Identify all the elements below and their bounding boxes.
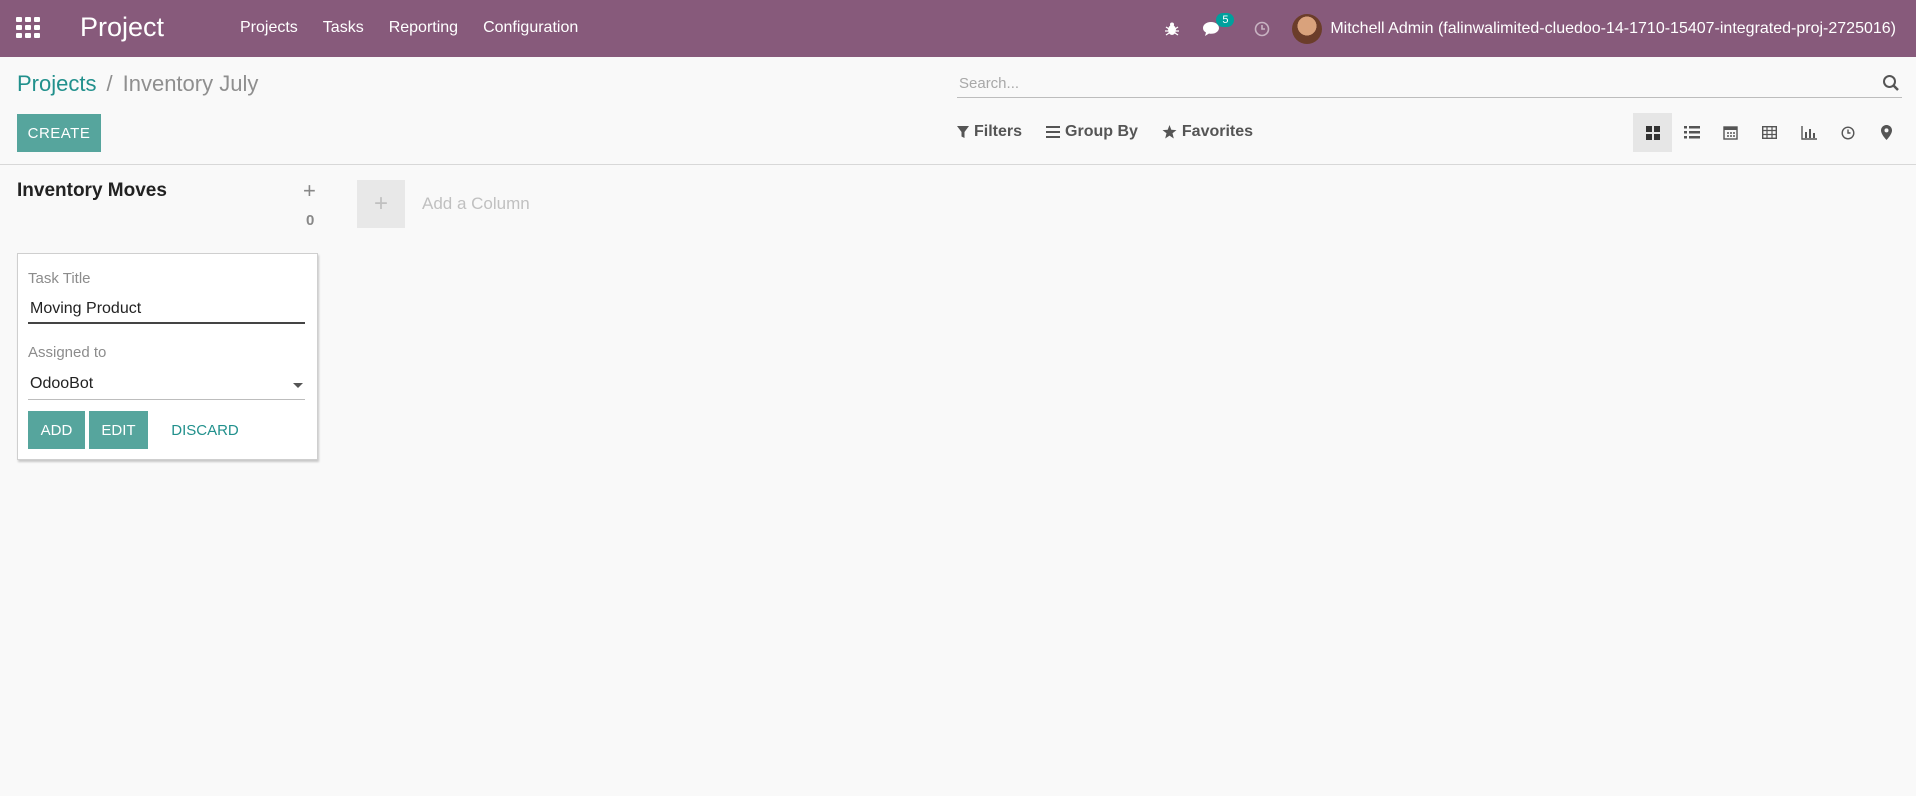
debug-icon[interactable] xyxy=(1164,21,1180,37)
search-options: Filters Group By Favorites xyxy=(957,123,1253,141)
user-menu[interactable]: Mitchell Admin (falinwalimited-cluedoo-1… xyxy=(1330,20,1896,38)
clock-icon xyxy=(1840,125,1855,140)
breadcrumb-projects[interactable]: Projects xyxy=(17,71,96,97)
view-switcher xyxy=(1633,113,1906,152)
list-view-button[interactable] xyxy=(1672,113,1711,152)
assigned-to-label: Assigned to xyxy=(28,344,107,361)
activity-clock-icon[interactable] xyxy=(1254,21,1270,37)
main-menu: Projects Tasks Reporting Configuration xyxy=(240,19,603,37)
search-bar xyxy=(957,70,1902,98)
messages-count-badge: 5 xyxy=(1216,12,1235,27)
app-brand[interactable]: Project xyxy=(80,12,164,43)
table-icon xyxy=(1762,126,1777,139)
pivot-view-button[interactable] xyxy=(1750,113,1789,152)
filters-button[interactable]: Filters xyxy=(957,123,1022,141)
kanban-icon xyxy=(1645,125,1660,140)
caret-down-icon xyxy=(293,383,303,388)
systray: 5 Mitchell Admin (falinwalimited-cluedoo… xyxy=(1164,0,1916,57)
quick-create-plus-icon[interactable]: + xyxy=(303,178,316,204)
bar-chart-icon xyxy=(1800,125,1817,140)
menu-item-projects[interactable]: Projects xyxy=(240,19,298,37)
add-column[interactable]: + Add a Column xyxy=(357,180,530,228)
breadcrumb-current: Inventory July xyxy=(122,71,259,96)
star-icon xyxy=(1162,125,1177,139)
quick-create-card: Task Title Assigned to OdooBot ADD EDIT … xyxy=(17,253,318,460)
group-by-button[interactable]: Group By xyxy=(1046,123,1138,141)
map-view-button[interactable] xyxy=(1867,113,1906,152)
task-title-input[interactable] xyxy=(28,296,305,324)
map-marker-icon xyxy=(1881,125,1892,140)
create-button[interactable]: CREATE xyxy=(17,114,101,152)
add-column-label[interactable]: Add a Column xyxy=(422,194,530,214)
column-title[interactable]: Inventory Moves xyxy=(17,180,167,202)
top-navbar: Project Projects Tasks Reporting Configu… xyxy=(0,0,1916,57)
kanban-view-button[interactable] xyxy=(1633,113,1672,152)
search-icon[interactable] xyxy=(1882,74,1900,92)
discard-button[interactable]: DISCARD xyxy=(161,411,249,449)
menu-item-reporting[interactable]: Reporting xyxy=(389,19,458,37)
filters-label: Filters xyxy=(974,123,1023,140)
search-input[interactable] xyxy=(957,70,1867,96)
assigned-to-value: OdooBot xyxy=(30,375,94,392)
graph-view-button[interactable] xyxy=(1789,113,1828,152)
breadcrumb-separator: / xyxy=(106,71,113,96)
task-title-label: Task Title xyxy=(28,270,91,287)
assigned-to-select[interactable]: OdooBot xyxy=(28,370,305,400)
column-count: 0 xyxy=(306,212,315,229)
add-column-plus-icon[interactable]: + xyxy=(357,180,405,228)
calendar-icon xyxy=(1723,126,1738,140)
calendar-view-button[interactable] xyxy=(1711,113,1750,152)
filter-icon xyxy=(957,125,969,138)
control-panel-divider xyxy=(0,164,1916,165)
messages-icon[interactable]: 5 xyxy=(1202,12,1235,37)
add-button[interactable]: ADD xyxy=(28,411,85,449)
breadcrumb: Projects / Inventory July xyxy=(17,71,258,97)
apps-menu-icon[interactable] xyxy=(16,17,40,38)
edit-button[interactable]: EDIT xyxy=(89,411,148,449)
user-avatar[interactable] xyxy=(1292,13,1323,44)
list-icon xyxy=(1683,126,1700,139)
favorites-label: Favorites xyxy=(1181,123,1254,140)
group-by-label: Group By xyxy=(1065,123,1138,140)
bars-icon xyxy=(1046,126,1061,138)
menu-item-tasks[interactable]: Tasks xyxy=(323,19,364,37)
activity-view-button[interactable] xyxy=(1828,113,1867,152)
menu-item-configuration[interactable]: Configuration xyxy=(483,19,578,37)
favorites-button[interactable]: Favorites xyxy=(1162,123,1253,141)
